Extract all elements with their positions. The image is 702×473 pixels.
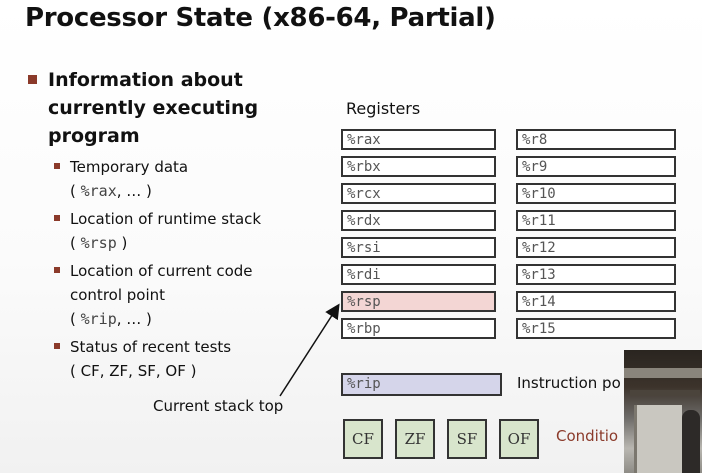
speaker-video-thumbnail [624,350,702,473]
stack-top-arrow [279,303,340,397]
